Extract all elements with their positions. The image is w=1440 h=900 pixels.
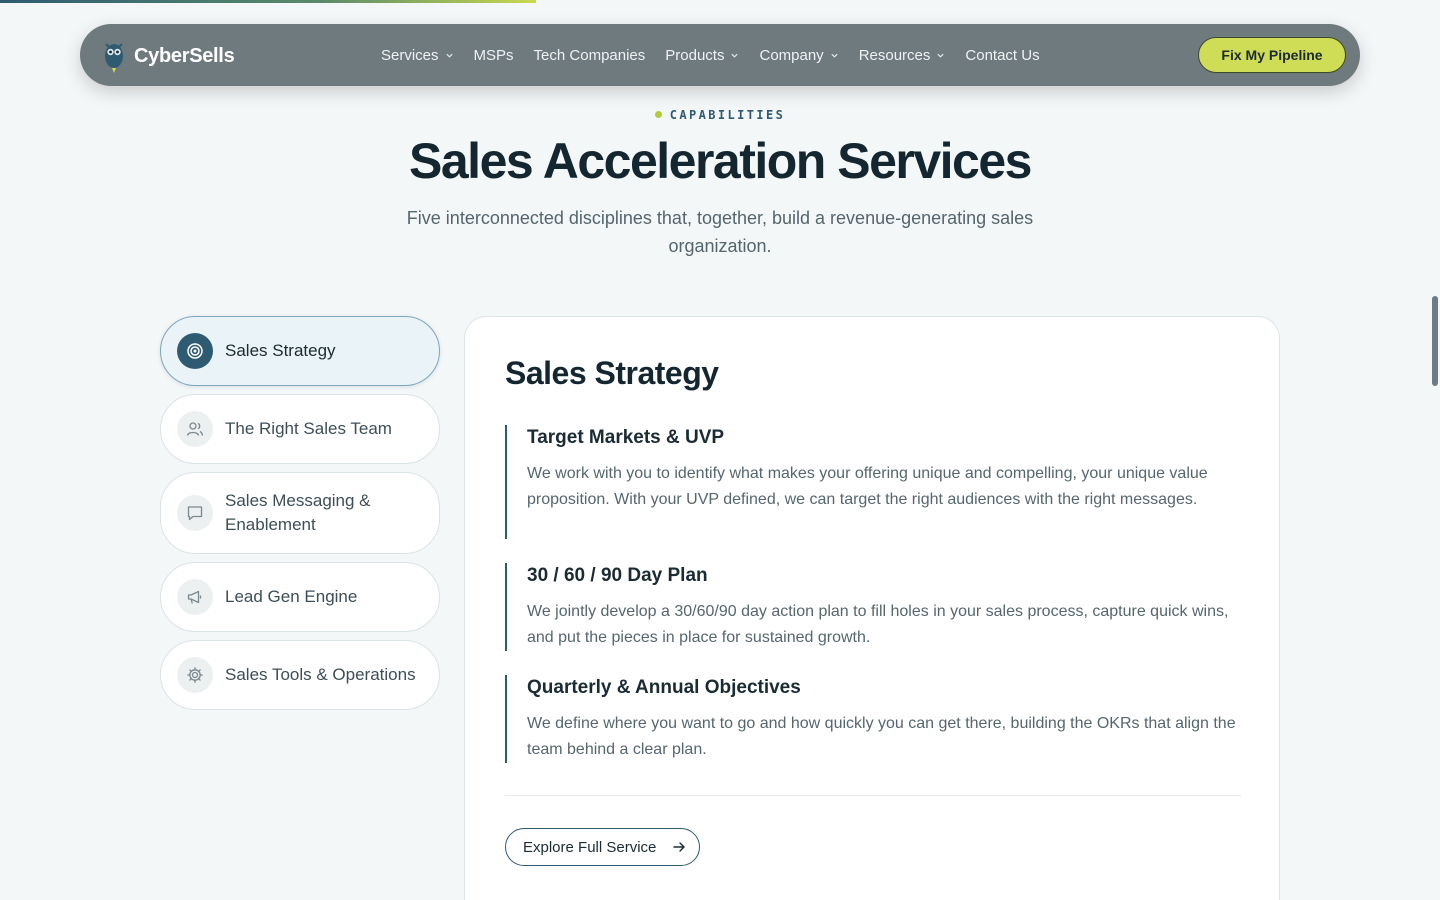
- nav-link-label: Contact Us: [965, 46, 1040, 64]
- chevron-down-icon: [731, 53, 739, 58]
- target-icon: [177, 333, 213, 369]
- nav-links: Services MSPs Tech Companies Products Co…: [381, 24, 1040, 86]
- nav-tech-companies[interactable]: Tech Companies: [534, 47, 646, 64]
- nav-link-label: Products: [665, 46, 725, 64]
- tab-label: Sales Messaging & Enablement: [225, 491, 371, 534]
- explore-label: Explore Full Service: [523, 838, 657, 856]
- tab-lead-gen-engine[interactable]: Lead Gen Engine: [160, 562, 440, 632]
- nav-link-label: Company: [759, 46, 824, 64]
- page-subtitle: Five interconnected disciplines that, to…: [406, 208, 1034, 256]
- detail-block-day-plan: 30 / 60 / 90 Day Plan We jointly develop…: [505, 563, 1241, 651]
- service-detail-panel: Sales Strategy Target Markets & UVP We w…: [464, 316, 1280, 900]
- eyebrow-label: CAPABILITIES: [669, 108, 786, 122]
- detail-block-objectives: Quarterly & Annual Objectives We define …: [505, 675, 1241, 763]
- fix-my-pipeline-button[interactable]: Fix My Pipeline: [1198, 37, 1346, 73]
- page-title: Sales Acceleration Services: [409, 133, 1032, 189]
- nav-resources[interactable]: Resources: [859, 47, 946, 64]
- chevron-down-icon: [831, 53, 838, 58]
- block-text: We work with you to identify what makes …: [527, 465, 1208, 508]
- section-eyebrow: CAPABILITIES: [0, 108, 1440, 122]
- block-title: Quarterly & Annual Objectives: [527, 677, 801, 698]
- chevron-down-icon: [445, 53, 453, 58]
- page-scrollbar-thumb[interactable]: [1432, 296, 1438, 386]
- nav-contact-us[interactable]: Contact Us: [965, 47, 1039, 64]
- detail-block-target-markets: Target Markets & UVP We work with you to…: [505, 425, 1241, 539]
- nav-link-label: Services: [381, 46, 439, 64]
- brand[interactable]: CyberSells: [102, 38, 235, 74]
- block-text: We define where you want to go and how q…: [527, 715, 1236, 758]
- explore-full-service-button[interactable]: Explore Full Service: [505, 828, 700, 866]
- gear-icon: [177, 657, 213, 693]
- message-icon: [177, 495, 213, 531]
- panel-title: Sales Strategy: [505, 355, 719, 391]
- eyebrow-dot: [654, 111, 662, 118]
- panel-divider: [505, 795, 1241, 796]
- service-tab-list: Sales Strategy The Right Sales Team Sale…: [160, 316, 440, 718]
- tab-label: Sales Strategy: [225, 341, 336, 360]
- tab-right-sales-team[interactable]: The Right Sales Team: [160, 394, 440, 464]
- owl-logo-icon: [105, 43, 123, 73]
- nav-msps[interactable]: MSPs: [474, 47, 514, 64]
- block-title: 30 / 60 / 90 Day Plan: [527, 565, 708, 586]
- nav-company[interactable]: Company: [759, 47, 838, 64]
- nav-link-label: MSPs: [473, 46, 514, 64]
- users-icon: [177, 411, 213, 447]
- nav-link-label: Resources: [858, 46, 931, 64]
- nav-products[interactable]: Products: [665, 47, 739, 64]
- scroll-progress-bar: [0, 0, 536, 3]
- tab-label: Sales Tools & Operations: [225, 665, 416, 684]
- block-text: We jointly develop a 30/60/90 day action…: [527, 603, 1229, 646]
- brand-name: CyberSells: [134, 44, 235, 67]
- tab-label: The Right Sales Team: [225, 419, 392, 438]
- megaphone-icon: [177, 579, 213, 615]
- nav-link-label: Tech Companies: [533, 46, 646, 64]
- tab-sales-strategy[interactable]: Sales Strategy: [160, 316, 440, 386]
- tab-sales-tools-operations[interactable]: Sales Tools & Operations: [160, 640, 440, 710]
- tab-sales-messaging[interactable]: Sales Messaging & Enablement: [160, 472, 440, 554]
- block-title: Target Markets & UVP: [527, 427, 725, 448]
- top-navbar: CyberSells Services MSPs Tech Companies …: [80, 24, 1360, 86]
- arrow-right-icon: [673, 842, 686, 852]
- tab-label: Lead Gen Engine: [225, 587, 358, 606]
- chevron-down-icon: [937, 53, 945, 58]
- nav-services[interactable]: Services: [381, 47, 454, 64]
